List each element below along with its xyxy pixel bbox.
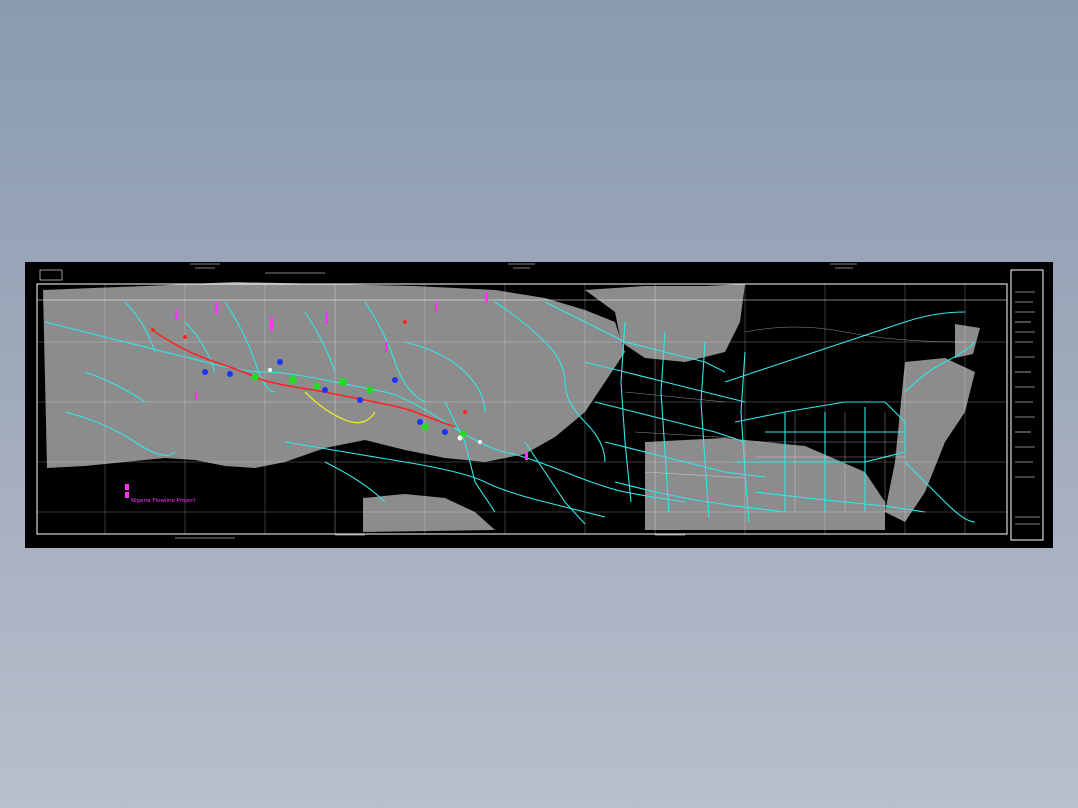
legend: Nigeria Flowline Project	[125, 484, 196, 504]
map-svg: Nigeria Flowline Project	[36, 263, 1044, 541]
title-block-column	[1015, 291, 1035, 478]
legend-label: Nigeria Flowline Project	[131, 498, 196, 504]
cad-drawing-sheet: Nigeria Flowline Project	[25, 262, 1053, 548]
terrain-layer	[43, 282, 980, 532]
